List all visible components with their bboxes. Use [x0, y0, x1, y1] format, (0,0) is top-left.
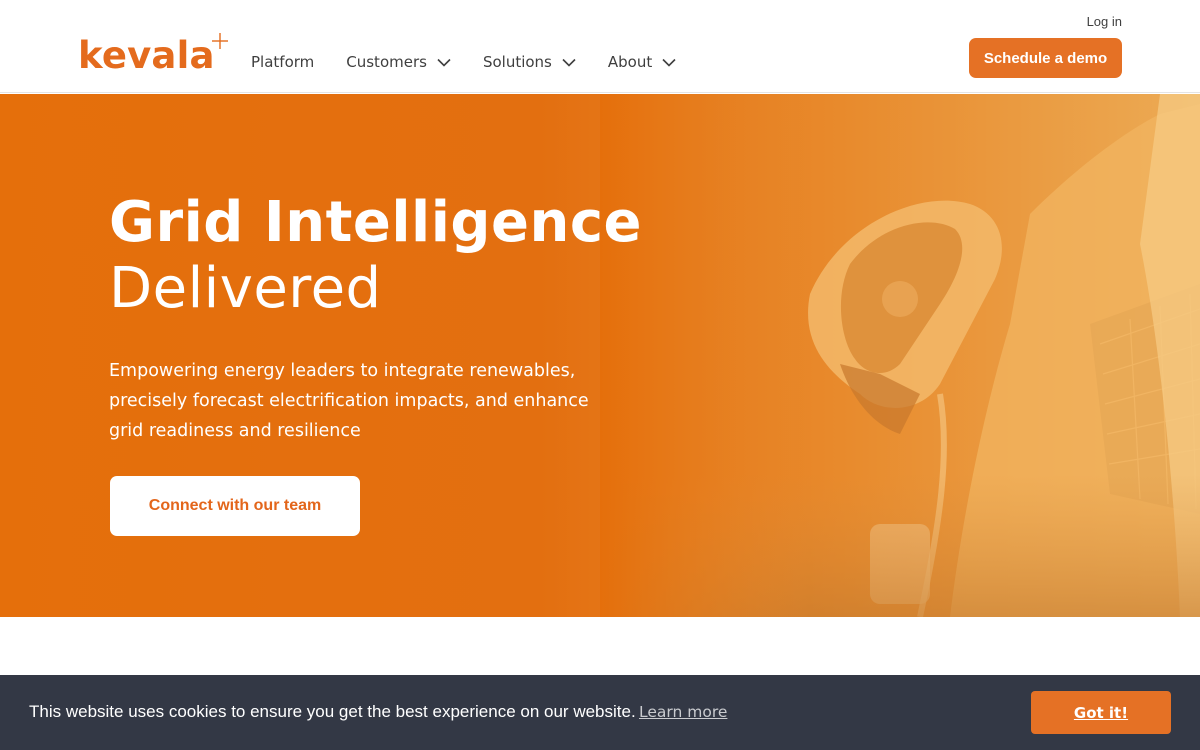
hero-section: Grid Intelligence Delivered Empowering e…: [0, 94, 1200, 617]
nav-item-customers[interactable]: Customers: [346, 51, 451, 73]
cookie-banner: This website uses cookies to ensure you …: [0, 675, 1200, 750]
cookie-accept-button[interactable]: Got it!: [1031, 691, 1171, 734]
kevala-logo[interactable]: kevala: [78, 33, 228, 78]
nav-label: About: [607, 53, 653, 71]
nav-item-about[interactable]: About: [608, 51, 676, 73]
nav-label: Customers: [346, 53, 427, 71]
main-nav: Platform Customers Solutions About: [251, 51, 708, 73]
nav-item-platform[interactable]: Platform: [251, 51, 314, 73]
cookie-message: This website uses cookies to ensure you …: [29, 702, 636, 721]
logo-text: kevala: [78, 34, 215, 77]
hero-title-line2: Delivered: [109, 256, 382, 321]
learn-more-link[interactable]: Learn more: [639, 703, 727, 721]
nav-label: Platform: [251, 53, 315, 71]
schedule-demo-button[interactable]: Schedule a demo: [969, 38, 1122, 78]
ev-charger-solar-image: [600, 94, 1200, 617]
hero-subtitle: Empowering energy leaders to integrate r…: [109, 361, 589, 441]
site-header: kevala Platform Customers Solutions Abou…: [0, 0, 1200, 93]
chevron-down-icon: [562, 58, 576, 67]
connect-team-button[interactable]: Connect with our team: [110, 476, 360, 536]
nav-label: Solutions: [482, 53, 552, 71]
chevron-down-icon: [662, 58, 676, 67]
login-link[interactable]: Log in: [1087, 14, 1122, 29]
nav-item-solutions[interactable]: Solutions: [483, 51, 576, 73]
logo-plus-icon: [211, 33, 228, 49]
hero-title: Grid Intelligence Delivered: [109, 190, 642, 322]
hero-title-line1: Grid Intelligence: [109, 190, 643, 255]
chevron-down-icon: [437, 58, 451, 67]
